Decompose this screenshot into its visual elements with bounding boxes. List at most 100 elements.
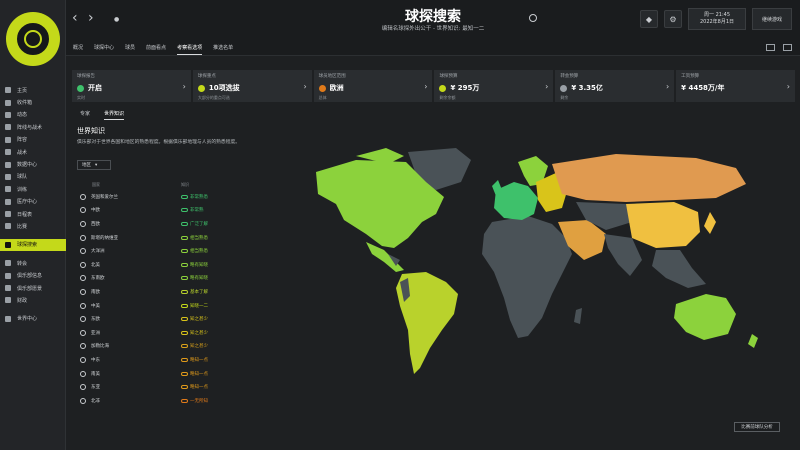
search-icon[interactable] bbox=[80, 343, 86, 350]
sidebar-item-nav-world[interactable]: 世界中心 bbox=[0, 313, 66, 325]
nav-club-info-icon bbox=[5, 272, 11, 279]
search-icon[interactable] bbox=[80, 193, 86, 200]
screen-icon[interactable] bbox=[783, 44, 792, 51]
summary-card[interactable]: 球探重点 10项选拔 大部分的重点可选 › bbox=[192, 70, 312, 102]
sidebar-item-nav-squad[interactable]: 阵容 bbox=[0, 134, 66, 146]
top-bar: ‹ › ● 球探搜索 编辑名球探外出公干 - 世界知识: 最知一二 ◆ ⚙ 周一… bbox=[66, 0, 800, 40]
search-icon[interactable] bbox=[80, 207, 86, 214]
sidebar-item-nav-team[interactable]: 球队 bbox=[0, 171, 66, 183]
world-map[interactable] bbox=[296, 142, 786, 382]
map-madagascar[interactable] bbox=[574, 308, 582, 324]
map-south-asia[interactable] bbox=[604, 234, 642, 276]
shield-icon[interactable]: ◆ bbox=[640, 10, 658, 28]
list-item[interactable]: 北美 略有知晓 bbox=[80, 258, 230, 272]
list-item[interactable]: 东欧 知之甚少 bbox=[80, 312, 230, 326]
knowledge-level: 略知一点 bbox=[190, 385, 208, 391]
sidebar-item-nav-schedule[interactable]: 日程表 bbox=[0, 208, 66, 220]
search-icon[interactable] bbox=[80, 316, 86, 323]
tab-experts[interactable]: 专家 bbox=[80, 110, 90, 120]
sidebar-item-nav-data-hub[interactable]: 数据中心 bbox=[0, 158, 66, 170]
search-icon[interactable] bbox=[80, 288, 86, 295]
list-item[interactable]: 大洋洲 相当熟悉 bbox=[80, 244, 230, 258]
summary-card[interactable]: 工资预算 ¥ 4458万/年 › bbox=[676, 70, 795, 102]
nav-team-icon bbox=[5, 173, 11, 180]
summary-card[interactable]: 转会预算 ¥ 3.35亿 剩余 › bbox=[555, 70, 675, 102]
sidebar-item-nav-home[interactable]: 主页 bbox=[0, 84, 66, 96]
search-icon[interactable] bbox=[80, 248, 86, 255]
search-icon[interactable] bbox=[80, 370, 86, 377]
search-icon[interactable] bbox=[80, 329, 86, 336]
settings-icon[interactable]: ⚙ bbox=[664, 10, 682, 28]
sidebar-item-nav-club-info[interactable]: 俱乐部信息 bbox=[0, 269, 66, 281]
list-item[interactable]: 中美 知晓一二 bbox=[80, 299, 230, 313]
list-item[interactable]: 中欧 非常熟 bbox=[80, 204, 230, 218]
map-australia[interactable] bbox=[674, 294, 736, 340]
knowledge-badge: 基本了解 bbox=[181, 289, 208, 295]
list-item[interactable]: 中东 略知一点 bbox=[80, 353, 230, 367]
list-item[interactable]: 南欧 基本了解 bbox=[80, 285, 230, 299]
region-filter-dropdown[interactable]: 地区 ▾ bbox=[77, 160, 111, 170]
nav-inbox-icon bbox=[5, 99, 11, 106]
search-icon[interactable] bbox=[80, 356, 86, 363]
continue-button[interactable]: 继续游戏 bbox=[752, 8, 792, 30]
card-value-row: ¥ 4458万/年 bbox=[681, 83, 790, 93]
search-icon[interactable] bbox=[80, 220, 86, 227]
tab-4[interactable]: 考察看选项 bbox=[177, 41, 203, 55]
card-label: 工资预算 bbox=[681, 74, 700, 79]
search-icon[interactable] bbox=[80, 384, 86, 391]
chat-icon[interactable] bbox=[766, 44, 775, 51]
sidebar-item-label: 俱乐部信息 bbox=[17, 273, 43, 280]
card-value: ¥ 3.35亿 bbox=[571, 84, 603, 92]
search-icon[interactable] bbox=[529, 14, 537, 22]
tab-2[interactable]: 球员 bbox=[125, 41, 135, 54]
sidebar-item-nav-tactics[interactable]: 战术 bbox=[0, 146, 66, 158]
tab-1[interactable]: 球探中心 bbox=[94, 41, 114, 54]
sidebar-item-nav-club-vision[interactable]: 俱乐部愿景 bbox=[0, 282, 66, 294]
list-item[interactable]: 亚洲 知之甚少 bbox=[80, 326, 230, 340]
sidebar-item-nav-scouting[interactable]: 球探搜索 bbox=[0, 238, 66, 252]
list-item[interactable]: 东南欧 略有知晓 bbox=[80, 272, 230, 286]
sidebar-item-nav-formation[interactable]: 阵线与战术 bbox=[0, 121, 66, 133]
list-item[interactable]: 北非 一无所知 bbox=[80, 394, 230, 408]
list-item[interactable]: 斯堪的纳维亚 相当熟悉 bbox=[80, 231, 230, 245]
sidebar-item-nav-training[interactable]: 训练 bbox=[0, 183, 66, 195]
sidebar-item-nav-inbox[interactable]: 收件箱 bbox=[0, 96, 66, 108]
list-item[interactable]: 英国和爱尔兰 非常熟悉 bbox=[80, 190, 230, 204]
list-item[interactable]: 东亚 略知一点 bbox=[80, 380, 230, 394]
tab-5[interactable]: 推选名单 bbox=[213, 41, 233, 54]
sidebar-item-nav-competitions[interactable]: 比赛 bbox=[0, 220, 66, 232]
map-new-zealand[interactable] bbox=[748, 334, 758, 348]
sidebar-item-label: 球探搜索 bbox=[17, 242, 38, 249]
sidebar-item-nav-news[interactable]: 动态 bbox=[0, 109, 66, 121]
search-icon[interactable] bbox=[80, 234, 86, 241]
search-icon[interactable] bbox=[80, 261, 86, 268]
knowledge-badge: 略有知晓 bbox=[181, 262, 208, 268]
search-icon[interactable] bbox=[80, 275, 86, 282]
sidebar-item-nav-transfers[interactable]: 转会 bbox=[0, 257, 66, 269]
summary-card[interactable]: 球探预算 ¥ 295万 剩余余额 › bbox=[434, 70, 554, 102]
card-value-row: ¥ 3.35亿 bbox=[560, 83, 669, 93]
section-description: 俱乐部对于世界各国和地区的熟悉程度。根据俱乐部地理与人员的熟悉程度。 bbox=[77, 140, 241, 145]
search-icon[interactable] bbox=[80, 397, 86, 404]
filter-label: 地区 bbox=[82, 163, 91, 168]
search-icon[interactable] bbox=[80, 302, 86, 309]
map-russia[interactable] bbox=[552, 154, 746, 202]
sidebar-item-nav-medical[interactable]: 医疗中心 bbox=[0, 196, 66, 208]
tab-0[interactable]: 概况 bbox=[73, 41, 83, 54]
pre-match-analysis-button[interactable]: 比赛前球队分析 bbox=[734, 422, 780, 432]
tab-world-knowledge[interactable]: 世界知识 bbox=[104, 110, 125, 120]
list-item[interactable]: 南美 略知一点 bbox=[80, 367, 230, 381]
knowledge-badge: 知晓一二 bbox=[181, 303, 208, 309]
list-item[interactable]: 加勒比海 知之甚少 bbox=[80, 340, 230, 354]
summary-card[interactable]: 球员地区范围 欧洲 总体 › bbox=[313, 70, 433, 102]
tab-3[interactable]: 前面看点 bbox=[146, 41, 166, 54]
club-logo[interactable] bbox=[6, 12, 60, 66]
map-africa[interactable] bbox=[482, 216, 572, 338]
map-japan[interactable] bbox=[704, 212, 716, 234]
sidebar-item-nav-finances[interactable]: 财政 bbox=[0, 294, 66, 306]
map-southeast-asia[interactable] bbox=[652, 250, 706, 288]
list-item[interactable]: 西欧 广泛了解 bbox=[80, 217, 230, 231]
nav-home-icon bbox=[5, 87, 11, 94]
summary-card[interactable]: 球探报告 开启 实时 › bbox=[72, 70, 191, 102]
map-china[interactable] bbox=[626, 202, 700, 248]
